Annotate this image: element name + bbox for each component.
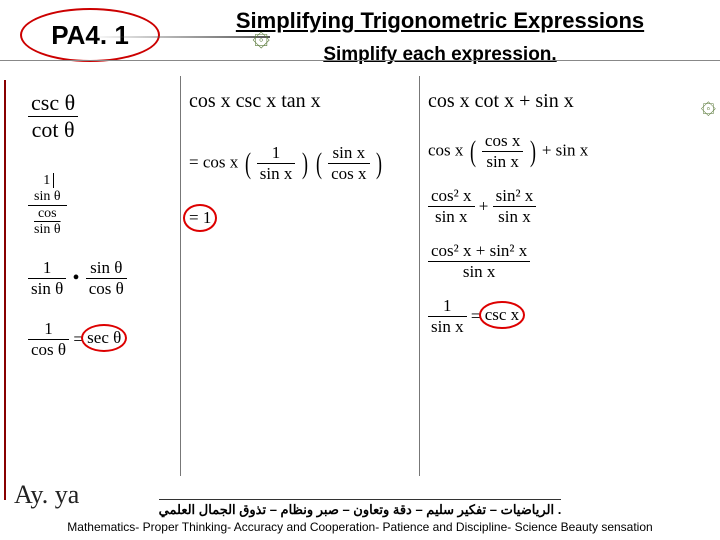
c2-answer: = 1 <box>189 208 211 228</box>
footer-arabic: . الرياضيات – تفكير سليم – دقة وتعاون – … <box>159 499 562 518</box>
header-ornament: ۞ <box>180 14 270 58</box>
c1-e1-num: csc θ <box>28 90 78 117</box>
c1-e1-den: cot θ <box>28 117 78 143</box>
footer-english: Mathematics- Proper Thinking- Accuracy a… <box>0 520 720 534</box>
c2-expr: cos x csc x tan x <box>189 90 411 113</box>
header: PA4. 1 ۞ Simplifying Trigonometric Expre… <box>0 0 720 66</box>
footer: . الرياضيات – تفكير سليم – دقة وتعاون – … <box>0 499 720 534</box>
column-2: cos x csc x tan x = cos x ( 1 sin x ) ( … <box>180 76 420 476</box>
column-3: cos x cot x + sin x cos x ( cos x sin x … <box>420 76 710 476</box>
c3-answer: csc x <box>485 305 519 325</box>
c1-answer: sec θ <box>87 328 121 348</box>
column-1: csc θ cot θ 1 sin θ cos sin θ <box>20 76 180 476</box>
lesson-badge: PA4. 1 <box>20 8 160 62</box>
c3-expr: cos x cot x + sin x <box>428 90 702 113</box>
content: csc θ cot θ 1 sin θ cos sin θ <box>0 66 720 476</box>
